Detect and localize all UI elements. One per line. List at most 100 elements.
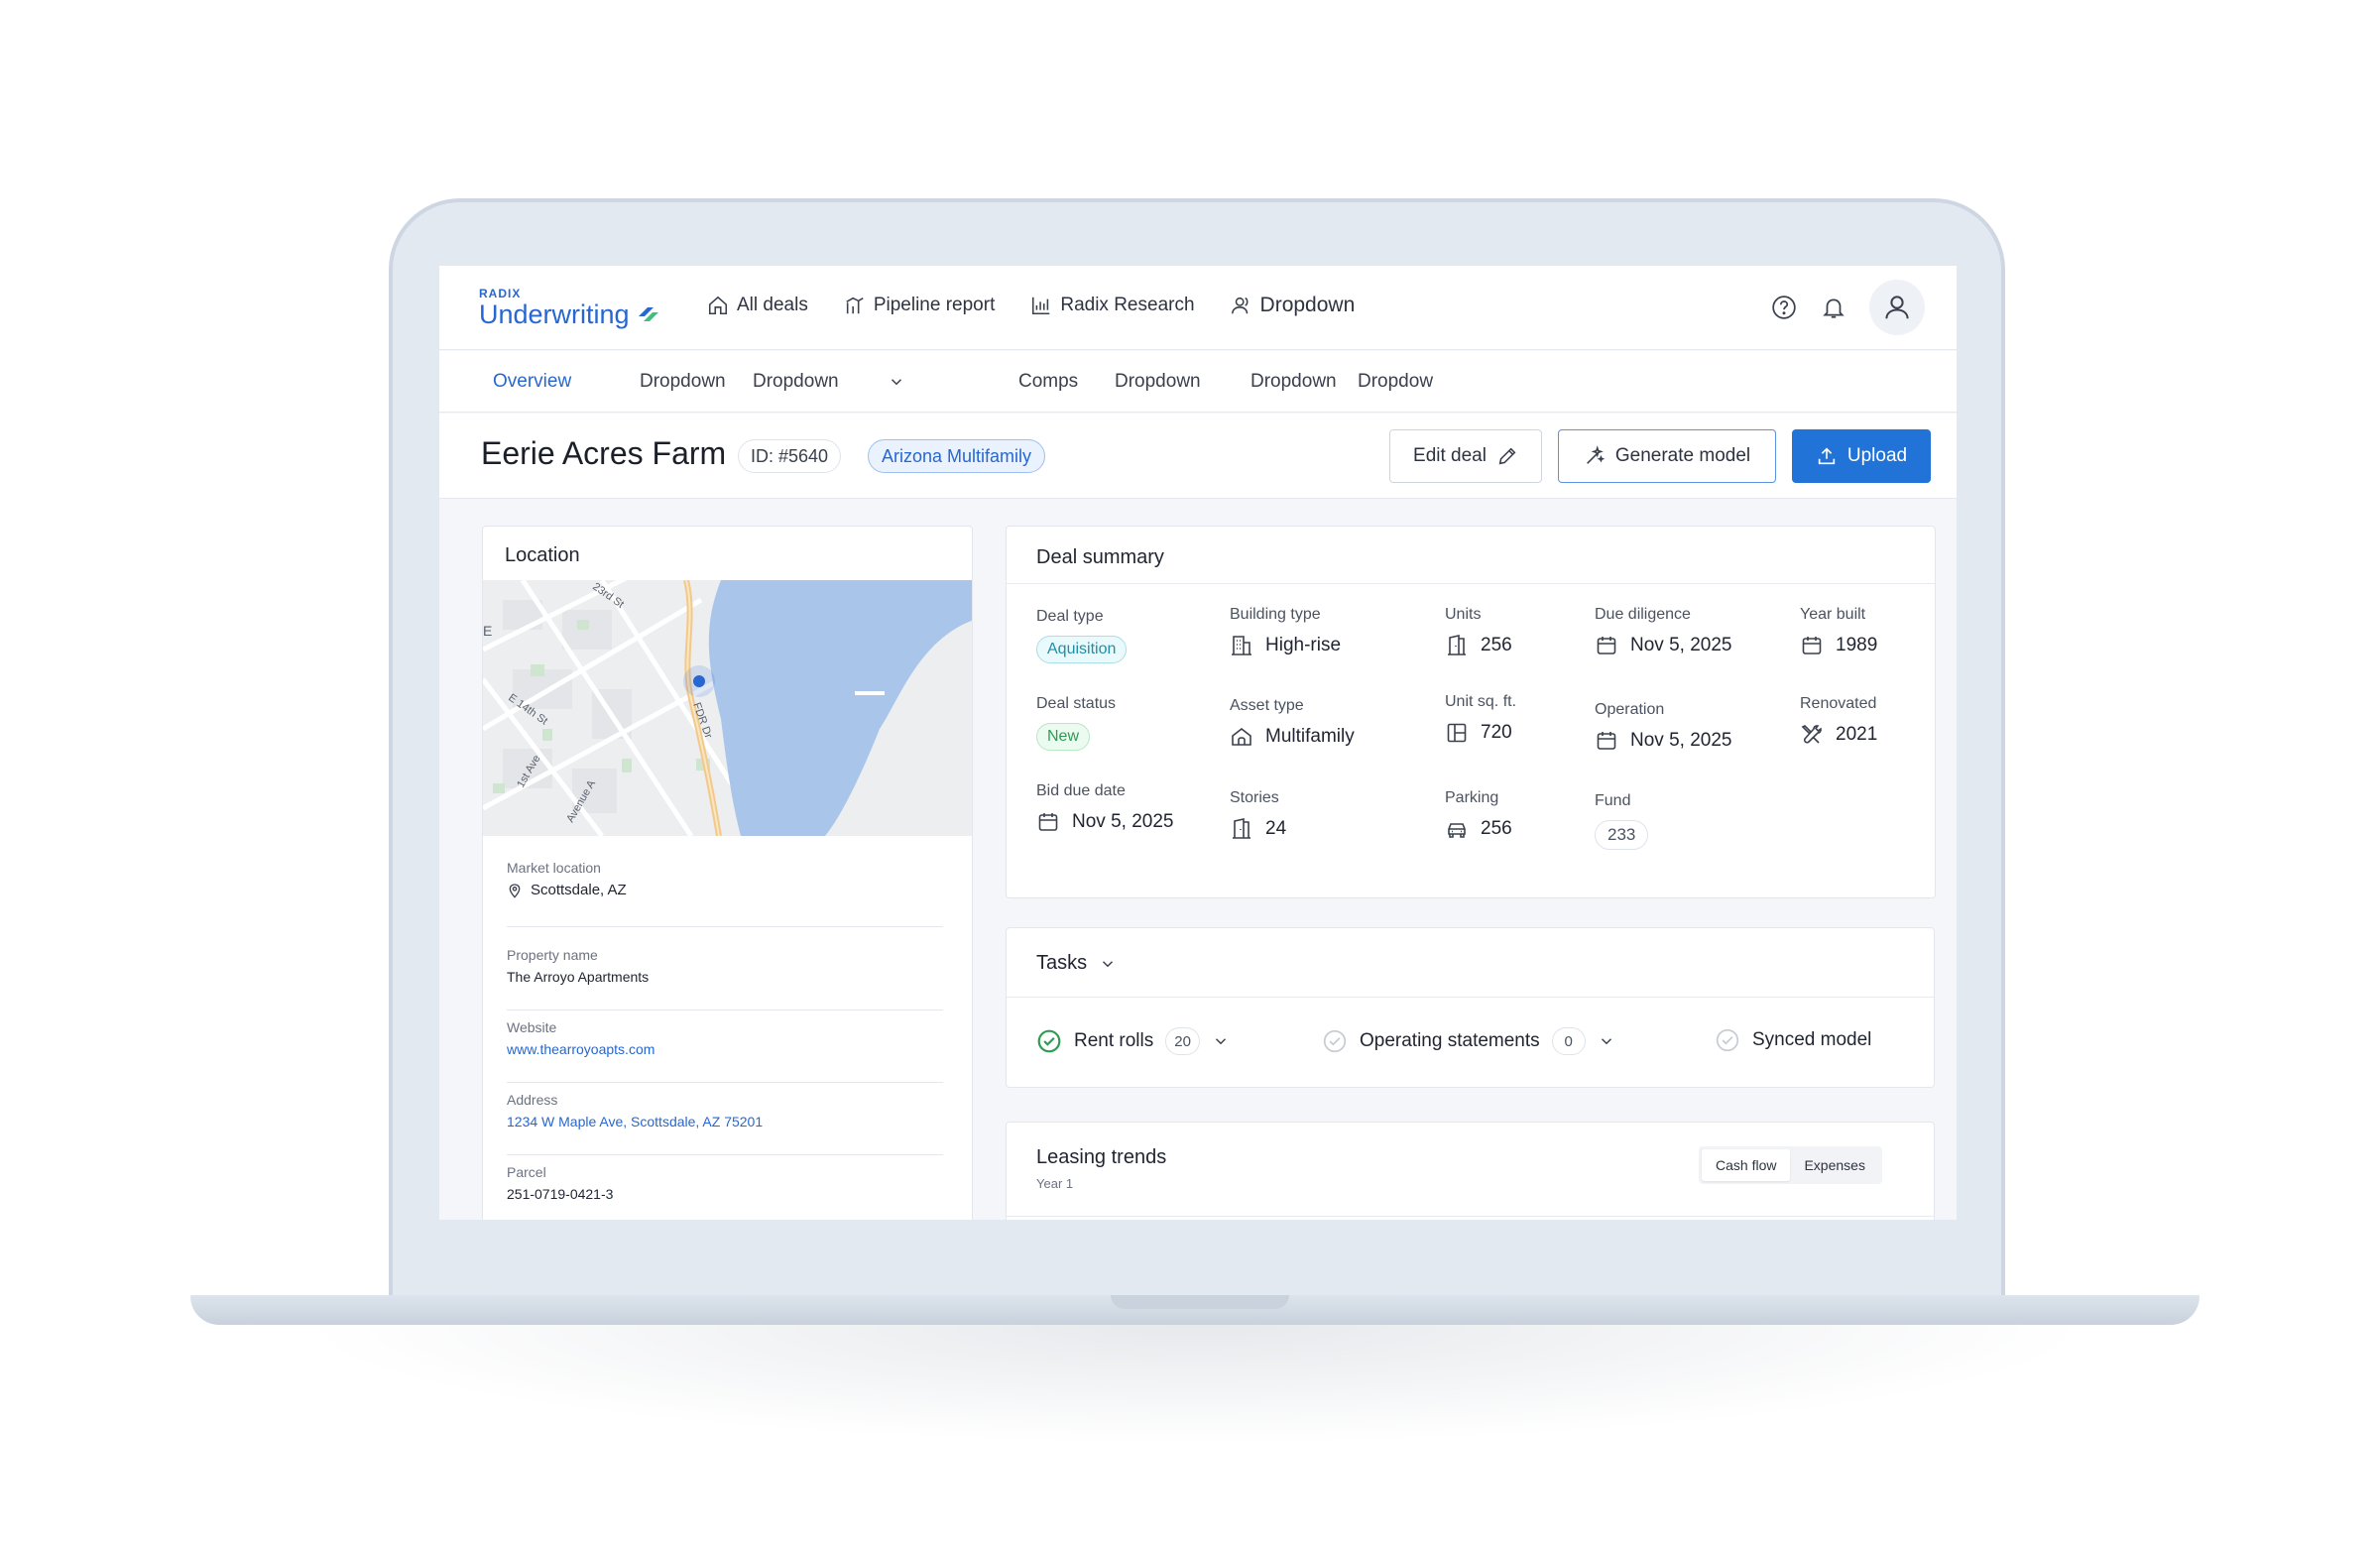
calendar-icon: [1597, 732, 1616, 750]
home-icon: [708, 296, 728, 315]
user-avatar[interactable]: [1869, 280, 1925, 335]
laptop-notch: [1111, 1295, 1289, 1309]
nav-dropdown[interactable]: Dropdown: [1231, 294, 1355, 317]
tab-dropdown-1[interactable]: Dropdown: [640, 371, 726, 393]
task-operating-statements[interactable]: Operating statements 0: [1322, 1027, 1615, 1055]
operation-label: Operation: [1595, 701, 1665, 718]
address-link[interactable]: 1234 W Maple Ave, Scottsdale, AZ 75201: [507, 1114, 943, 1129]
nav-radix-research[interactable]: Radix Research: [1030, 295, 1195, 316]
door-icon: [1233, 818, 1250, 839]
parking-item: Parking 256: [1445, 789, 1512, 841]
tasks-card: Tasks Rent rolls 20 Operating statements…: [1006, 927, 1935, 1088]
operation-value: Nov 5, 2025: [1630, 730, 1732, 751]
field-label: Property name: [507, 947, 598, 963]
calendar-icon: [1597, 637, 1616, 654]
tab-overview[interactable]: Overview: [493, 371, 571, 393]
page-title: Eerie Acres Farm: [481, 435, 727, 471]
task-count-badge: 0: [1551, 1027, 1586, 1055]
building-type-item: Building type High-rise: [1230, 606, 1341, 657]
tab-dropdown-4[interactable]: Dropdown: [1250, 371, 1337, 393]
fund-label: Fund: [1595, 792, 1631, 809]
main-nav: All deals Pipeline report Radix Research…: [707, 294, 1355, 317]
edit-deal-label: Edit deal: [1413, 445, 1487, 466]
field-label: Address: [507, 1092, 558, 1108]
app-screen: RADIX Underwriting All deals Pipeline re…: [439, 266, 1957, 1220]
help-button[interactable]: [1770, 294, 1798, 321]
nav-all-deals[interactable]: All deals: [707, 295, 808, 316]
field-value: 251-0719-0421-3: [507, 1186, 614, 1202]
tasks-title: Tasks: [1036, 952, 1088, 974]
location-card: Location E E 14th St FDR Dr 1st Ave Aven…: [482, 526, 973, 1220]
sparkle-wand-icon: [1586, 445, 1606, 464]
units-value: 256: [1481, 635, 1512, 655]
toggle-cash-flow[interactable]: Cash flow: [1702, 1149, 1791, 1181]
parking-value: 256: [1481, 818, 1512, 839]
nav-pipeline-report[interactable]: Pipeline report: [844, 295, 996, 316]
building-type-value: High-rise: [1265, 635, 1342, 655]
task-count-badge: 20: [1165, 1027, 1200, 1055]
field-label: Market location: [507, 860, 601, 876]
year-built-item: Year built 1989: [1800, 606, 1877, 657]
task-synced-model[interactable]: Synced model: [1715, 1027, 1871, 1053]
field-value: The Arroyo Apartments: [507, 969, 650, 985]
deal-summary-title: Deal summary: [1036, 546, 1164, 568]
generate-model-label: Generate model: [1614, 445, 1751, 466]
bid-due-value: Nov 5, 2025: [1072, 811, 1174, 832]
chevron-down-icon[interactable]: [888, 373, 905, 391]
top-right-actions: [1770, 280, 1925, 335]
nav-label: Pipeline report: [873, 295, 996, 315]
toggle-expenses[interactable]: Expenses: [1790, 1149, 1878, 1181]
task-label: Operating statements: [1360, 1030, 1540, 1051]
chevron-down-icon[interactable]: [1212, 1032, 1230, 1050]
website-field: Website www.thearroyoapts.com: [507, 1019, 943, 1083]
check-circle-icon: [1037, 1029, 1061, 1053]
pipeline-icon: [846, 297, 864, 314]
deal-header: Eerie Acres Farm ID: #5640 Arizona Multi…: [439, 414, 1957, 499]
edit-deal-button[interactable]: Edit deal: [1389, 429, 1542, 483]
nav-label: All deals: [737, 295, 808, 315]
due-diligence-item: Due diligence Nov 5, 2025: [1595, 606, 1731, 657]
asset-type-item: Asset type Multifamily: [1230, 697, 1355, 749]
upload-button[interactable]: Upload: [1792, 429, 1931, 483]
divider: [1007, 1216, 1934, 1217]
building-type-label: Building type: [1230, 606, 1321, 623]
nav-label: Radix Research: [1060, 295, 1195, 315]
app-logo[interactable]: RADIX Underwriting: [479, 288, 661, 328]
deal-tag-badge[interactable]: Arizona Multifamily: [868, 439, 1046, 473]
generate-model-button[interactable]: Generate model: [1558, 429, 1776, 483]
map-marker-icon[interactable]: [693, 675, 705, 687]
tasks-header: Tasks: [1007, 928, 1934, 998]
help-icon: [1772, 296, 1796, 319]
tab-dropdown-2[interactable]: Dropdown: [753, 371, 839, 393]
market-location-field: Market location Scottsdale, AZ: [507, 860, 943, 927]
task-rent-rolls[interactable]: Rent rolls 20: [1036, 1027, 1230, 1055]
location-title: Location: [505, 544, 580, 566]
tasks-toggle[interactable]: Tasks: [1036, 952, 1117, 975]
door-icon: [1448, 635, 1466, 655]
due-diligence-value: Nov 5, 2025: [1630, 635, 1732, 655]
address-field: Address 1234 W Maple Ave, Scottsdale, AZ…: [507, 1092, 943, 1155]
renovated-value: 2021: [1836, 724, 1878, 745]
location-map[interactable]: E E 14th St FDR Dr 1st Ave Avenue A 23rd…: [483, 580, 973, 836]
tools-icon: [1801, 725, 1822, 744]
calendar-icon: [1038, 813, 1058, 831]
stories-label: Stories: [1230, 789, 1279, 806]
website-link[interactable]: www.thearroyoapts.com: [507, 1041, 943, 1057]
leasing-trends-card: Leasing trends Year 1 Cash flow Expenses: [1006, 1122, 1935, 1220]
renovated-label: Renovated: [1800, 695, 1877, 712]
tab-comps[interactable]: Comps: [1018, 371, 1078, 393]
unit-sqft-value: 720: [1481, 722, 1512, 743]
deal-status-label: Deal status: [1036, 695, 1117, 712]
tab-dropdown-5[interactable]: Dropdow: [1358, 371, 1433, 393]
check-circle-outline-icon: [1716, 1028, 1739, 1052]
year-built-label: Year built: [1800, 606, 1866, 623]
deal-id-badge: ID: #5640: [738, 439, 842, 473]
year-built-value: 1989: [1836, 635, 1878, 655]
unit-sqft-item: Unit sq. ft. 720: [1445, 693, 1516, 745]
task-label: Rent rolls: [1074, 1030, 1154, 1051]
tab-dropdown-3[interactable]: Dropdown: [1115, 371, 1201, 393]
notifications-button[interactable]: [1820, 294, 1847, 321]
chevron-down-icon[interactable]: [1598, 1032, 1615, 1050]
asset-type-label: Asset type: [1230, 697, 1304, 714]
bell-icon: [1823, 298, 1844, 318]
